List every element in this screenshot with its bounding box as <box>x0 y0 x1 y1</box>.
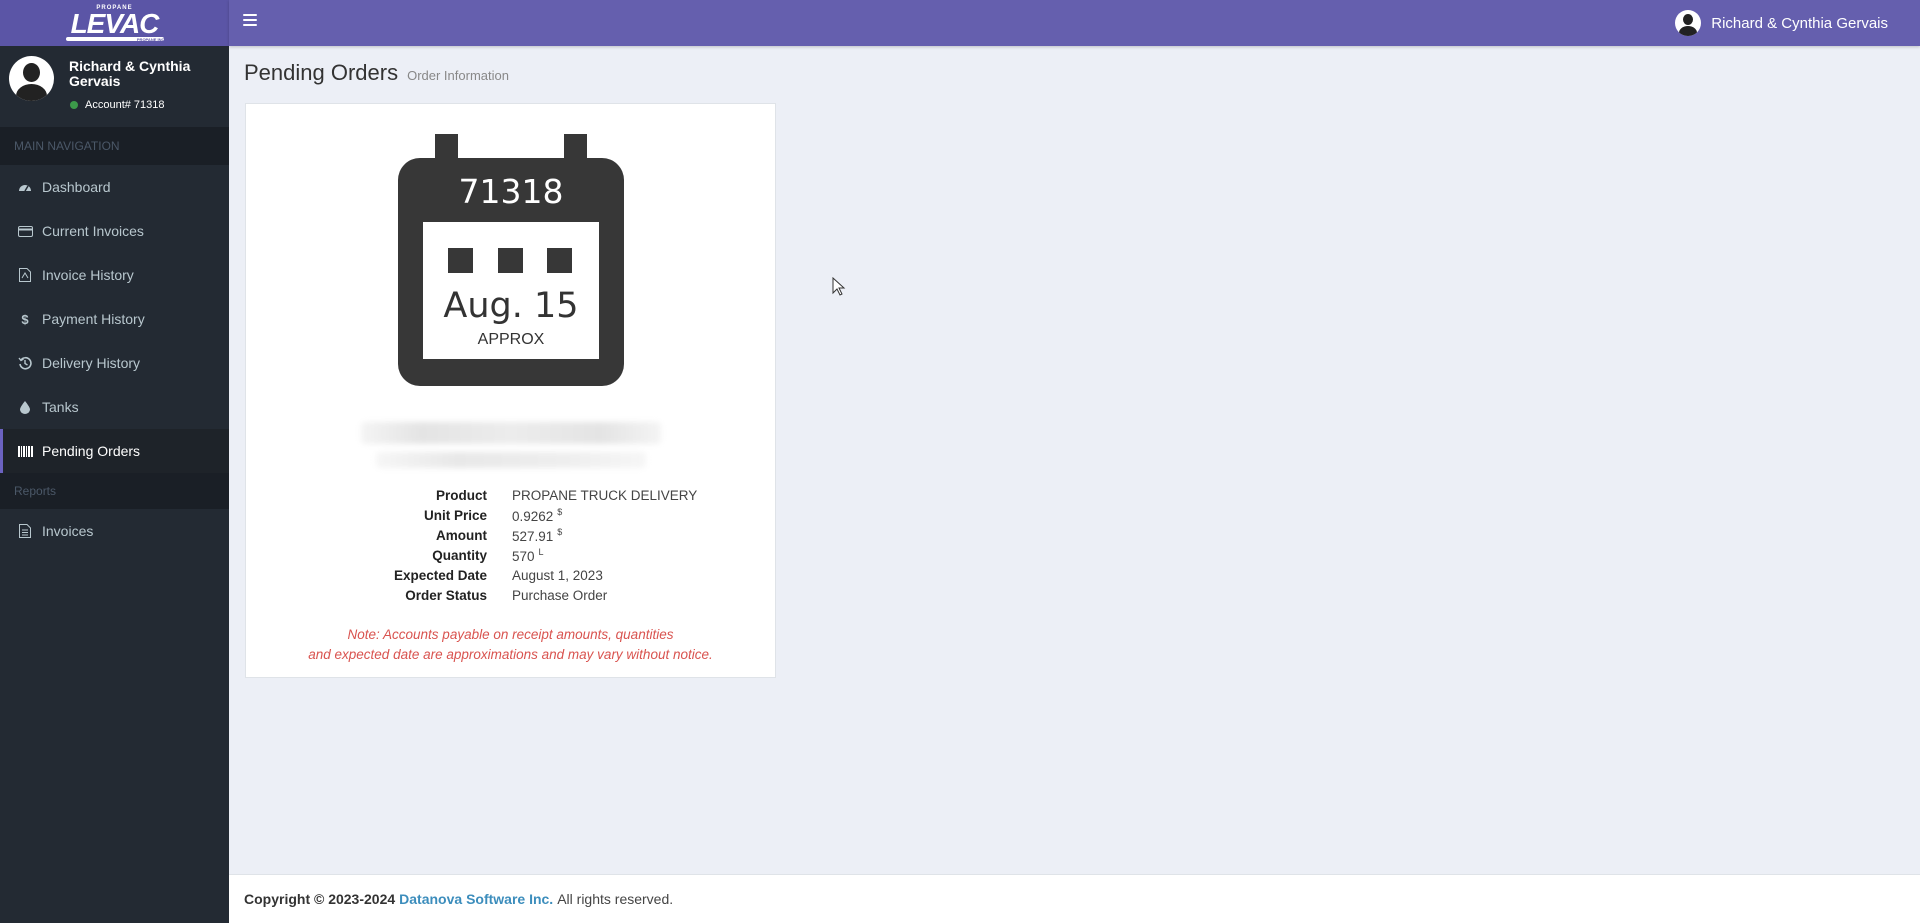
detail-row-unit-price: Unit Price 0.9262 $ <box>246 505 775 525</box>
reports-header: Reports <box>0 473 229 509</box>
sidebar-item-label: Current Invoices <box>42 223 144 239</box>
sidebar-item-tanks[interactable]: Tanks <box>0 385 229 429</box>
user-avatar-icon <box>1675 10 1702 36</box>
calendar-ring-left <box>435 134 458 162</box>
calendar-page: Aug. 15 APPROX <box>423 222 599 359</box>
detail-row-expected-date: Expected Date August 1, 2023 <box>246 565 775 585</box>
page-title: Pending Orders <box>244 60 399 85</box>
sidebar-user-name: Richard & Cynthia Gervais <box>69 58 191 89</box>
sidebar-item-current-invoices[interactable]: Current Invoices <box>0 209 229 253</box>
unit-symbol: $ <box>557 526 563 537</box>
rights-text: All rights reserved. <box>557 891 674 907</box>
sidebar-item-label: Invoice History <box>42 267 134 283</box>
user-menu-name: Richard & Cynthia Gervais <box>1711 14 1888 32</box>
page-subtitle: Order Information <box>407 68 509 83</box>
note-line-1: Note: Accounts payable on receipt amount… <box>347 627 674 642</box>
detail-value: 527.91 $ <box>512 526 563 544</box>
logo-name: LEVAC <box>70 8 160 39</box>
detail-row-amount: Amount 527.91 $ <box>246 525 775 545</box>
history-icon <box>17 355 33 371</box>
company-link[interactable]: Datanova Software Inc. <box>399 891 553 907</box>
detail-label: Amount <box>436 527 487 543</box>
main-navigation-header: MAIN NAVIGATION <box>0 127 229 165</box>
order-disclaimer-note: Note: Accounts payable on receipt amount… <box>246 625 775 665</box>
dashboard-icon <box>17 179 33 195</box>
redacted-customer-name <box>361 422 661 444</box>
logo-tag: PROPANE INC. <box>136 37 166 42</box>
user-panel: Richard & Cynthia Gervais Account# 71318 <box>0 46 229 127</box>
detail-label: Order Status <box>405 587 487 603</box>
online-dot-icon <box>70 101 78 109</box>
unit-symbol: $ <box>557 506 563 517</box>
order-details: Product PROPANE TRUCK DELIVERY Unit Pric… <box>246 485 775 605</box>
footer: Copyright © 2023-2024 Datanova Software … <box>229 874 1920 923</box>
detail-label: Quantity <box>432 547 487 563</box>
menu-toggle-icon[interactable] <box>243 14 257 26</box>
sidebar-item-label: Invoices <box>42 523 94 539</box>
avatar <box>9 56 54 101</box>
top-navbar: Richard & Cynthia Gervais <box>229 0 1920 46</box>
detail-label: Expected Date <box>393 567 487 583</box>
detail-row-order-status: Order Status Purchase Order <box>246 585 775 605</box>
detail-row-quantity: Quantity 570 L <box>246 545 775 565</box>
sidebar-item-label: Tanks <box>42 399 79 415</box>
mouse-cursor-icon <box>832 277 846 296</box>
pdf-file-icon <box>17 267 33 283</box>
sidebar-item-pending-orders[interactable]: Pending Orders <box>0 429 229 473</box>
sidebar: Richard & Cynthia Gervais Account# 71318… <box>0 46 229 923</box>
sidebar-item-label: Pending Orders <box>42 443 141 459</box>
calendar-account-number: 71318 <box>458 172 564 211</box>
redacted-customer-address <box>376 452 646 468</box>
detail-value: August 1, 2023 <box>512 567 603 583</box>
sidebar-item-label: Payment History <box>42 311 145 327</box>
droplet-icon <box>17 399 33 415</box>
calendar-day-square <box>547 248 572 273</box>
dollar-icon: $ <box>21 311 29 327</box>
calendar-ring-right <box>564 134 587 162</box>
detail-value: 0.9262 $ <box>512 506 563 524</box>
detail-label: Product <box>435 487 487 503</box>
content-header: Pending Orders Order Information <box>244 60 509 86</box>
calendar-day-square <box>498 248 523 273</box>
detail-value: 570 L <box>512 546 544 564</box>
detail-value: Purchase Order <box>512 587 608 603</box>
sidebar-item-invoices-report[interactable]: Invoices <box>0 509 229 553</box>
sidebar-item-label: Dashboard <box>42 179 111 195</box>
delivery-date: Aug. 15 <box>443 286 579 326</box>
credit-card-icon <box>17 223 33 239</box>
detail-value: PROPANE TRUCK DELIVERY <box>512 487 698 503</box>
logo-area[interactable]: PROPANE LEVAC PROPANE INC. <box>0 0 229 46</box>
user-menu[interactable]: Richard & Cynthia Gervais <box>1675 10 1888 36</box>
barcode-icon <box>17 443 33 459</box>
account-number: Account# 71318 <box>85 99 165 111</box>
sidebar-item-payment-history[interactable]: $ Payment History <box>0 297 229 341</box>
calendar-day-square <box>448 248 473 273</box>
file-text-icon <box>17 523 33 539</box>
sidebar-item-dashboard[interactable]: Dashboard <box>0 165 229 209</box>
account-status: Account# 71318 <box>70 99 165 111</box>
sidebar-item-label: Delivery History <box>42 355 141 371</box>
unit-symbol: L <box>538 546 544 557</box>
calendar-icon: 71318 Aug. 15 APPROX <box>398 134 624 386</box>
copyright-text: Copyright © 2023-2024 <box>244 891 396 907</box>
sidebar-item-delivery-history[interactable]: Delivery History <box>0 341 229 385</box>
sidebar-item-invoice-history[interactable]: Invoice History <box>0 253 229 297</box>
detail-row-product: Product PROPANE TRUCK DELIVERY <box>246 485 775 505</box>
levac-logo: PROPANE LEVAC PROPANE INC. <box>60 3 170 43</box>
note-line-2: and expected date are approximations and… <box>308 647 713 662</box>
order-card: 71318 Aug. 15 APPROX Product PROPANE TRU… <box>245 103 776 678</box>
detail-label: Unit Price <box>423 507 487 523</box>
delivery-date-note: APPROX <box>477 331 545 348</box>
